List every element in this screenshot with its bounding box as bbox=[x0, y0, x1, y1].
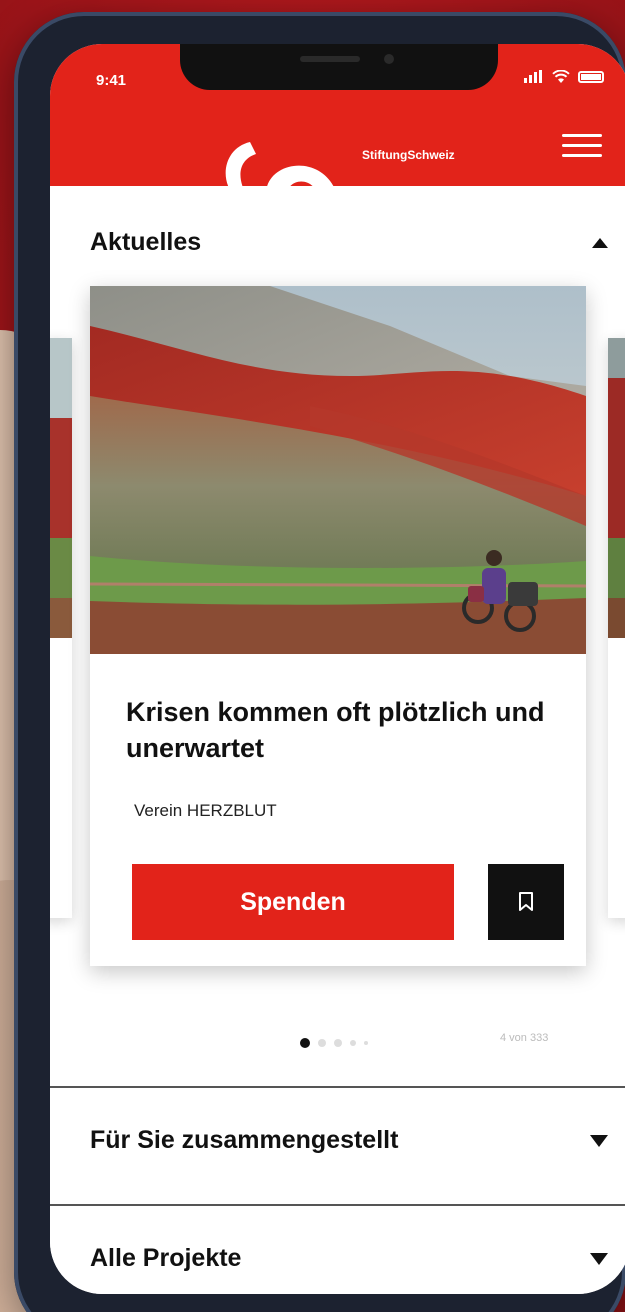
section-all-projects-header[interactable]: Alle Projekte bbox=[90, 1244, 608, 1273]
carousel-card-previous[interactable] bbox=[50, 338, 72, 918]
section-curated-title: Für Sie zusammengestellt bbox=[90, 1126, 399, 1154]
phone-notch bbox=[180, 44, 498, 90]
phone-screen: 9:41 StiftungSchweiz Aktuelles Krisen ko… bbox=[50, 44, 625, 1294]
card-next-image bbox=[608, 338, 625, 638]
project-title[interactable]: Krisen kommen oft plötzlich und unerwart… bbox=[126, 694, 566, 766]
pagination-dot[interactable] bbox=[318, 1039, 326, 1047]
brand-name: StiftungSchweiz bbox=[362, 148, 455, 162]
pagination-dot[interactable] bbox=[364, 1041, 368, 1045]
section-curated-header[interactable]: Für Sie zusammengestellt bbox=[90, 1126, 608, 1155]
signal-icon bbox=[524, 70, 544, 83]
speaker-grille bbox=[300, 56, 360, 62]
main-content: Aktuelles Krisen kommen oft plötzlich un… bbox=[50, 186, 625, 1294]
expand-arrow-icon bbox=[590, 1252, 608, 1265]
status-time: 9:41 bbox=[96, 72, 127, 89]
project-organization: Verein HERZBLUT bbox=[134, 801, 277, 820]
brand-logo bbox=[225, 142, 334, 186]
bookmark-icon bbox=[519, 892, 533, 911]
carousel-card-next[interactable] bbox=[608, 338, 625, 918]
carousel-counter: 4 von 333 bbox=[500, 1032, 549, 1044]
menu-icon[interactable] bbox=[562, 134, 602, 162]
donate-button[interactable]: Spenden bbox=[132, 864, 454, 940]
carousel-pagination[interactable] bbox=[300, 1038, 368, 1048]
section-divider bbox=[50, 1086, 625, 1088]
front-camera bbox=[384, 54, 394, 64]
expand-arrow-icon bbox=[590, 1134, 608, 1147]
photo-backdrop: 9:41 StiftungSchweiz Aktuelles Krisen ko… bbox=[0, 0, 625, 1312]
card-previous-image bbox=[50, 338, 72, 638]
pagination-dot[interactable] bbox=[334, 1039, 342, 1047]
collapse-arrow-icon bbox=[592, 237, 608, 248]
section-all-projects-title: Alle Projekte bbox=[90, 1244, 242, 1272]
bookmark-button[interactable] bbox=[488, 864, 564, 940]
section-news-title: Aktuelles bbox=[90, 228, 202, 256]
section-news-header[interactable]: Aktuelles bbox=[90, 228, 608, 257]
status-icons bbox=[524, 70, 604, 83]
wifi-icon bbox=[552, 70, 570, 83]
section-divider bbox=[50, 1204, 625, 1206]
project-photo bbox=[90, 286, 586, 654]
featured-project-card[interactable]: Krisen kommen oft plötzlich und unerwart… bbox=[90, 286, 586, 966]
app-header: 9:41 StiftungSchweiz bbox=[50, 44, 625, 186]
pagination-dot[interactable] bbox=[350, 1040, 356, 1046]
battery-icon bbox=[578, 71, 604, 83]
pagination-dot-active[interactable] bbox=[300, 1038, 310, 1048]
phone-frame: 9:41 StiftungSchweiz Aktuelles Krisen ko… bbox=[14, 12, 625, 1312]
